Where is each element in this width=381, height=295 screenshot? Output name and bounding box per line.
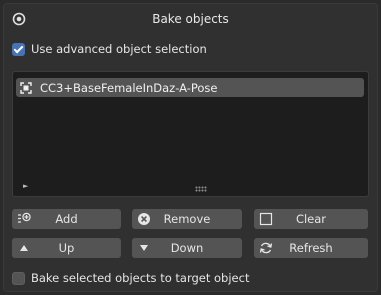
up-button[interactable]: Up (12, 238, 121, 258)
remove-button[interactable]: Remove (132, 209, 242, 229)
list-item-label: CC3+BaseFemaleInDaz-A-Pose (40, 80, 218, 95)
bake-to-target-toggle[interactable]: Bake selected objects to target object (12, 270, 249, 286)
remove-x-icon (137, 212, 151, 226)
triangle-up-icon (17, 241, 31, 255)
add-button-label: Add (55, 212, 78, 226)
add-button[interactable]: Add (12, 209, 121, 229)
triangle-down-icon (137, 241, 151, 255)
refresh-button[interactable]: Refresh (254, 238, 368, 258)
remove-button-label: Remove (163, 212, 211, 226)
advanced-selection-toggle[interactable]: Use advanced object selection (12, 41, 207, 57)
object-box-icon (20, 81, 32, 94)
refresh-icon (259, 241, 273, 255)
advanced-selection-checkbox[interactable] (12, 42, 25, 56)
refresh-button-label: Refresh (289, 241, 333, 255)
object-list[interactable]: CC3+BaseFemaleInDaz-A-Pose ► (12, 71, 369, 197)
up-button-label: Up (58, 241, 75, 255)
panel-header[interactable]: Bake objects (4, 4, 377, 34)
bake-to-target-label: Bake selected objects to target object (31, 271, 250, 285)
clear-square-icon (259, 212, 273, 226)
resize-grip-icon[interactable] (195, 186, 207, 192)
list-item[interactable]: CC3+BaseFemaleInDaz-A-Pose (16, 78, 364, 97)
add-list-icon (17, 212, 31, 226)
bake-objects-panel: Bake objects Use advanced object selecti… (3, 3, 378, 292)
advanced-selection-label: Use advanced object selection (31, 42, 207, 56)
panel-title: Bake objects (152, 12, 229, 26)
clear-button-label: Clear (295, 212, 327, 226)
down-button-label: Down (170, 241, 204, 255)
expand-filter-icon[interactable]: ► (23, 182, 28, 190)
clear-button[interactable]: Clear (254, 209, 368, 229)
bake-to-target-checkbox[interactable] (12, 271, 25, 285)
down-button[interactable]: Down (132, 238, 242, 258)
